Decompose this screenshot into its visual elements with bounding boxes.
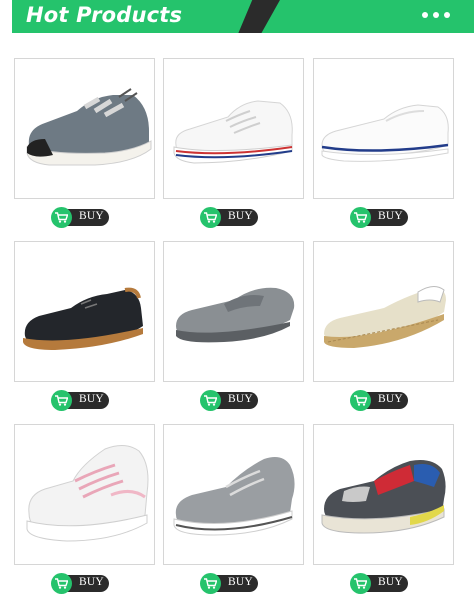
buy-label: BUY [228,576,253,588]
buy-button[interactable]: BUY [51,573,109,594]
buy-button[interactable]: BUY [200,390,258,411]
product-image[interactable] [313,58,454,199]
white-pink-chunky-sneaker-image [26,445,149,542]
buy-label: BUY [228,393,253,405]
shopping-cart-icon [55,212,68,223]
more-dots-icon[interactable] [420,7,452,23]
buy-button[interactable]: BUY [350,573,408,594]
white-lace-up-canvas-sneaker-image [173,100,293,164]
product-image[interactable] [163,241,304,382]
product-image[interactable] [163,424,304,565]
page-title: Hot Products [26,3,183,27]
header-banner: Hot Products [12,0,474,33]
buy-button[interactable]: BUY [200,207,258,228]
buy-label: BUY [228,210,253,222]
grey-mesh-running-shoe-image [173,457,295,536]
product-image[interactable] [313,424,454,565]
buy-button[interactable]: BUY [350,207,408,228]
shopping-cart-icon [55,395,68,406]
shopping-cart-icon [354,212,367,223]
cream-espadrille-image [324,286,446,348]
white-slip-on-canvas-shoe-image [321,104,449,162]
buy-button[interactable]: BUY [51,390,109,411]
shopping-cart-icon [204,395,217,406]
buy-label: BUY [378,210,403,222]
grey-canvas-sneaker-image [26,88,152,166]
multicolor-chunky-sneaker-image [321,460,446,534]
buy-label: BUY [378,576,403,588]
grey-suede-loafer-image [176,287,295,343]
black-suede-oxford-shoe-image [23,287,143,350]
buy-label: BUY [79,393,104,405]
buy-label: BUY [378,393,403,405]
product-image[interactable] [14,241,155,382]
product-image[interactable] [14,424,155,565]
shopping-cart-icon [55,578,68,589]
buy-label: BUY [79,576,104,588]
product-image[interactable] [163,58,304,199]
shopping-cart-icon [204,212,217,223]
buy-button[interactable]: BUY [350,390,408,411]
buy-button[interactable]: BUY [200,573,258,594]
buy-button[interactable]: BUY [51,207,109,228]
buy-label: BUY [79,210,104,222]
shopping-cart-icon [354,395,367,406]
shopping-cart-icon [204,578,217,589]
product-image[interactable] [14,58,155,199]
shopping-cart-icon [354,578,367,589]
product-image[interactable] [313,241,454,382]
